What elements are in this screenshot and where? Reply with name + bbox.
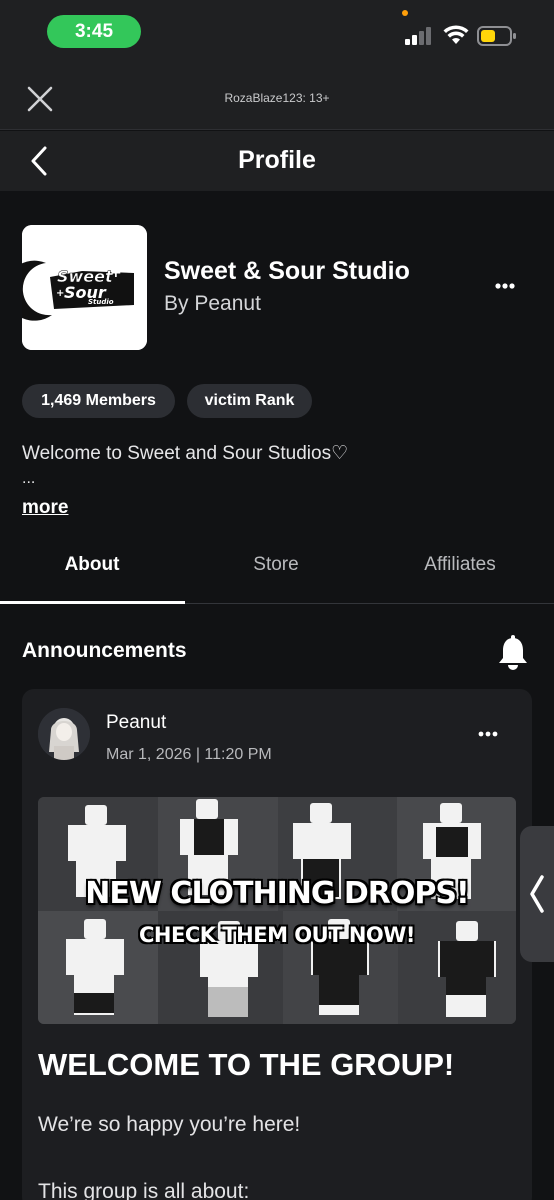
banner-subheadline: CHECK THEM OUT NOW! [139, 923, 416, 947]
avatar[interactable] [38, 708, 90, 760]
browser-header-title: RozaBlaze123: 13+ [224, 91, 330, 105]
banner-headline: NEW CLOTHING DROPS! [85, 876, 469, 911]
profile-header: Profile [0, 131, 554, 191]
members-chip[interactable]: 1,469 Members [22, 384, 175, 418]
svg-text:Studio: Studio [88, 298, 114, 306]
bell-icon[interactable] [496, 634, 530, 672]
post-more-options-icon[interactable] [476, 724, 500, 744]
svg-text:+: + [56, 288, 64, 299]
more-link[interactable]: more [22, 497, 68, 519]
wifi-icon [443, 25, 469, 44]
description-ellipsis: ... [22, 470, 36, 487]
tab-affiliates[interactable]: Affiliates [368, 554, 552, 576]
battery-icon [477, 26, 516, 46]
group-name: Sweet & Sour Studio [164, 257, 410, 285]
post-author[interactable]: Peanut [106, 712, 166, 734]
post-body-line: We’re so happy you’re here! [38, 1113, 301, 1136]
tab-about[interactable]: About [0, 554, 184, 576]
browser-header: RozaBlaze123: 13+ [0, 66, 554, 130]
more-options-icon[interactable] [488, 274, 522, 298]
announcements-title: Announcements [22, 639, 187, 662]
svg-text:+: + [110, 265, 122, 281]
post-body-line: This group is all about: [38, 1180, 250, 1200]
tab-store[interactable]: Store [184, 554, 368, 576]
group-description: Welcome to Sweet and Sour Studios♡ [22, 443, 349, 464]
status-bar: 3:45 [0, 0, 554, 66]
status-time: 3:45 [47, 15, 141, 48]
signal-icon [405, 27, 431, 45]
active-tab-indicator [0, 601, 185, 604]
page-title: Profile [238, 146, 316, 174]
group-owner[interactable]: By Peanut [164, 292, 261, 316]
side-panel-handle[interactable] [520, 826, 554, 962]
privacy-indicator-dot [402, 10, 408, 16]
rank-chip[interactable]: victim Rank [187, 384, 312, 418]
post-heading: WELCOME TO THE GROUP! [38, 1047, 455, 1082]
group-logo-image: Sweet Sour Studio + + [22, 225, 147, 350]
group-logo: Sweet Sour Studio + + [22, 225, 147, 350]
chevron-left-icon [530, 875, 544, 913]
post-timestamp: Mar 1, 2026 | 11:20 PM [106, 746, 272, 763]
